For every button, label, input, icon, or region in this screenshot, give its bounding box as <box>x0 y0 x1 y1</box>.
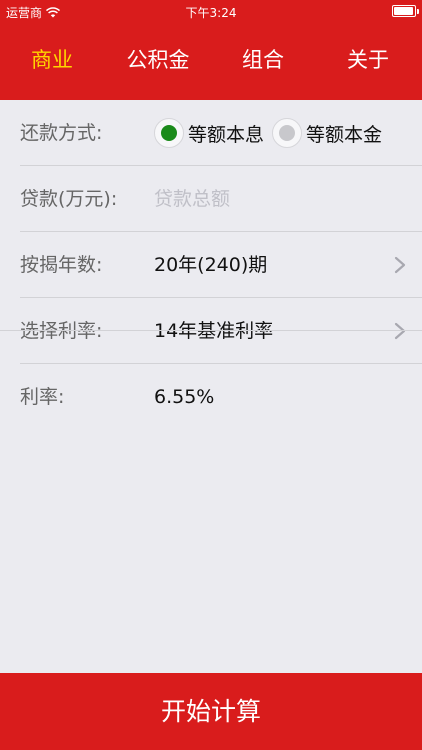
rate-select-label: 选择利率: <box>20 320 103 342</box>
radio-label: 等额本金 <box>306 123 383 146</box>
status-bar: 运营商 下午3:24 <box>0 0 422 22</box>
loan-amount-label: 贷款(万元): <box>20 188 118 210</box>
radio-dot <box>161 125 177 141</box>
interest-rate-row: 利率: 6.55% <box>20 364 422 430</box>
radio-unselected-icon <box>272 118 303 148</box>
radio-selected-icon <box>154 118 184 148</box>
battery-level <box>394 7 413 15</box>
radio-equal-installment[interactable]: 等额本息 <box>154 118 264 148</box>
mortgage-years-value: 20年(240)期 <box>154 254 268 276</box>
tab-bar: 商业 公积金 组合 关于 <box>0 38 422 82</box>
radio-equal-principal[interactable]: 等额本金 <box>272 118 382 148</box>
chevron-right-icon <box>394 322 406 340</box>
rate-select-value: 14年基准利率 <box>154 320 274 342</box>
battery-icon <box>392 5 419 17</box>
tab-about[interactable]: 关于 <box>314 38 422 82</box>
tab-combined[interactable]: 组合 <box>212 38 314 82</box>
loan-amount-row: 贷款(万元): <box>20 166 422 232</box>
repayment-method-label: 还款方式: <box>20 122 103 144</box>
radio-label: 等额本息 <box>188 123 265 146</box>
repayment-method-options: 等额本息 等额本金 <box>154 100 390 166</box>
radio-dot <box>279 125 296 141</box>
tab-commercial[interactable]: 商业 <box>0 38 104 82</box>
form-divider <box>0 330 422 331</box>
status-time: 下午3:24 <box>185 6 237 20</box>
app-header: 运营商 下午3:24 商业 公积金 组合 关于 <box>0 0 422 100</box>
loan-amount-input[interactable] <box>154 186 404 212</box>
tab-provident-fund[interactable]: 公积金 <box>104 38 212 82</box>
loan-form: 还款方式: 等额本息 等额本金 贷款(万元): 按揭年数: 20年(240)期 <box>0 100 422 430</box>
rate-select-row[interactable]: 选择利率: 14年基准利率 <box>20 298 422 364</box>
interest-rate-label: 利率: <box>20 386 65 408</box>
chevron-right-icon <box>394 256 406 274</box>
mortgage-years-row[interactable]: 按揭年数: 20年(240)期 <box>20 232 422 298</box>
calculate-button[interactable]: 开始计算 <box>0 673 422 750</box>
mortgage-years-label: 按揭年数: <box>20 254 103 276</box>
interest-rate-value[interactable]: 6.55% <box>154 364 214 430</box>
repayment-method-row: 还款方式: 等额本息 等额本金 <box>20 100 422 166</box>
